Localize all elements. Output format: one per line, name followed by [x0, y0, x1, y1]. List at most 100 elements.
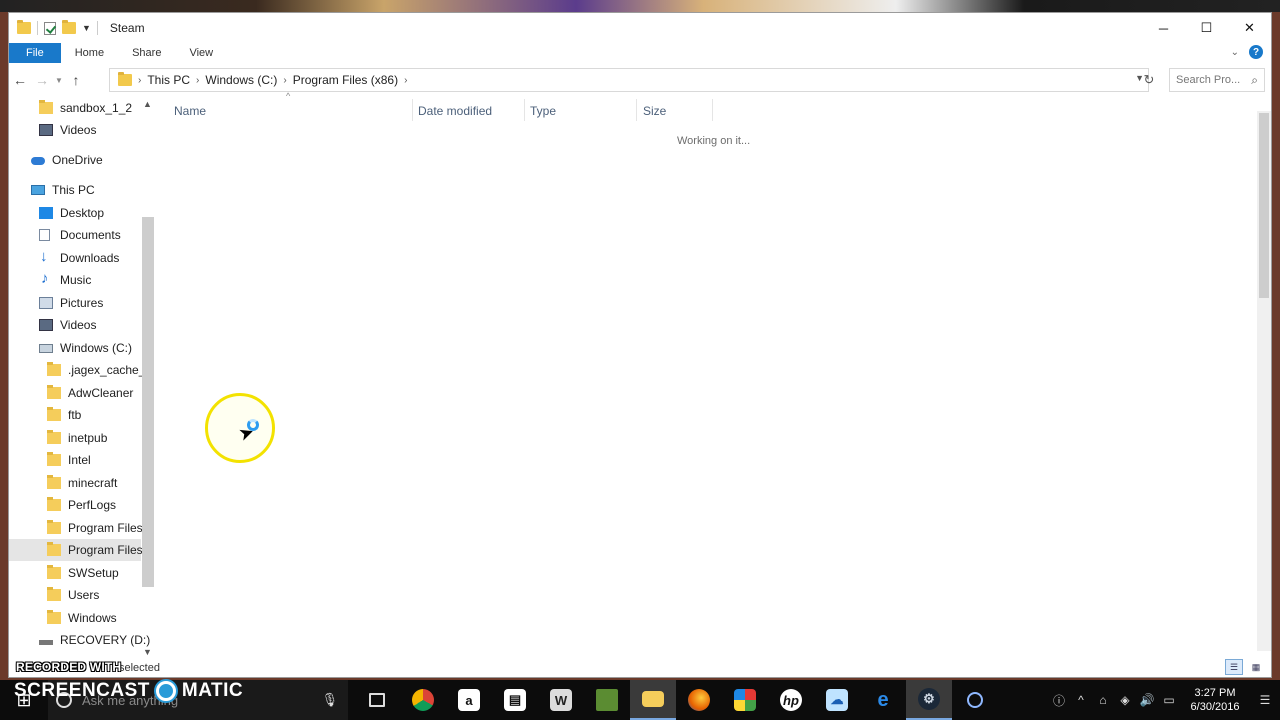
column-divider[interactable]: [712, 99, 713, 121]
nav-item-music[interactable]: Music: [39, 269, 91, 291]
chrome-icon[interactable]: [400, 680, 446, 720]
chevron-right-icon[interactable]: ›: [196, 75, 199, 86]
network-icon[interactable]: ⌂: [1092, 693, 1114, 707]
microphone-icon[interactable]: 🎙: [321, 692, 338, 708]
large-icons-view-icon[interactable]: ▦: [1247, 659, 1265, 675]
chevron-right-icon[interactable]: ›: [404, 75, 407, 86]
minimize-button[interactable]: ─: [1142, 13, 1185, 43]
column-divider[interactable]: [636, 99, 637, 121]
info-icon[interactable]: ⓘ: [1048, 692, 1070, 709]
nav-item-videos-2[interactable]: Videos: [39, 314, 96, 336]
nav-item-windows-c[interactable]: Windows (C:): [39, 337, 132, 359]
title-bar[interactable]: ▼ Steam ─ ☐ ✕: [9, 13, 1271, 43]
column-header-date-modified[interactable]: Date modified: [418, 101, 492, 121]
cortana-ring-icon[interactable]: [952, 680, 998, 720]
customize-dropdown-icon[interactable]: ▼: [82, 23, 91, 33]
onedrive-icon[interactable]: ☁: [814, 680, 860, 720]
folder-icon: [47, 385, 61, 399]
new-folder-icon[interactable]: [62, 20, 76, 34]
nav-item-pictures[interactable]: Pictures: [39, 292, 103, 314]
file-list[interactable]: ^ Name Date modified Type Size Working o…: [155, 91, 1255, 657]
nav-item-jagex-cache[interactable]: .jagex_cache_3: [47, 359, 152, 381]
edge-icon[interactable]: e: [860, 680, 906, 720]
properties-icon[interactable]: [44, 21, 56, 35]
refresh-button[interactable]: ↻: [1139, 70, 1159, 90]
paint-icon[interactable]: [722, 680, 768, 720]
clock[interactable]: 3:27 PM 6/30/2016: [1180, 686, 1250, 714]
recent-locations-dropdown[interactable]: ▼: [53, 76, 65, 85]
chevron-right-icon[interactable]: ›: [138, 75, 141, 86]
tab-file[interactable]: File: [9, 43, 61, 63]
amazon-icon[interactable]: a: [446, 680, 492, 720]
keyboard-icon[interactable]: ▭: [1158, 693, 1180, 707]
nav-item-program-files[interactable]: Program Files: [47, 517, 143, 539]
firefox-icon[interactable]: [676, 680, 722, 720]
store-icon[interactable]: ▤: [492, 680, 538, 720]
nav-item-adwcleaner[interactable]: AdwCleaner: [47, 382, 133, 404]
search-icon: ⌕: [1251, 73, 1258, 87]
desktop-icon: [39, 207, 53, 219]
scroll-up-icon[interactable]: ▲: [143, 99, 152, 109]
nav-item-users[interactable]: Users: [47, 584, 99, 606]
nav-item-intel[interactable]: Intel: [47, 449, 91, 471]
word-icon[interactable]: W: [538, 680, 584, 720]
nav-item-onedrive[interactable]: OneDrive: [31, 149, 103, 171]
back-button[interactable]: ←: [9, 69, 31, 91]
nav-item-perflogs[interactable]: PerfLogs: [47, 494, 116, 516]
column-header-name[interactable]: Name: [174, 101, 206, 121]
minecraft-icon[interactable]: [584, 680, 630, 720]
nav-item-desktop[interactable]: Desktop: [39, 202, 104, 224]
details-view-icon[interactable]: ☰: [1225, 659, 1243, 675]
column-header-type[interactable]: Type: [530, 101, 556, 121]
folder-icon: [47, 610, 61, 624]
volume-icon[interactable]: 🔊: [1136, 693, 1158, 707]
show-hidden-icons-chevron[interactable]: ^: [1070, 693, 1092, 707]
column-header-size[interactable]: Size: [643, 101, 666, 121]
steam-icon[interactable]: ⚙: [906, 680, 952, 720]
nav-item-label: Music: [60, 273, 92, 287]
search-input[interactable]: Search Pro... ⌕: [1169, 68, 1265, 92]
chevron-down-icon[interactable]: ⌄: [1231, 47, 1239, 58]
status-text: selected: [119, 662, 160, 674]
column-divider[interactable]: [412, 99, 413, 121]
breadcrumb-program-files-x86[interactable]: Program Files (x86): [293, 73, 398, 87]
breadcrumb-windows-c[interactable]: Windows (C:): [205, 73, 277, 87]
action-center-icon[interactable]: ☰: [1250, 693, 1280, 707]
task-view-icon[interactable]: [354, 680, 400, 720]
nav-item-videos[interactable]: Videos: [39, 119, 96, 141]
hp-icon[interactable]: hp: [768, 680, 814, 720]
security-icon[interactable]: ◈: [1114, 693, 1136, 707]
chevron-right-icon[interactable]: ›: [283, 75, 286, 86]
nav-item-documents[interactable]: Documents: [39, 224, 121, 246]
nav-item-inetpub[interactable]: inetpub: [47, 427, 107, 449]
tab-share[interactable]: Share: [118, 43, 175, 63]
nav-item-this-pc[interactable]: This PC: [31, 179, 95, 201]
help-icon[interactable]: ?: [1249, 45, 1263, 59]
scrollbar-thumb[interactable]: [1259, 113, 1269, 298]
file-list-scrollbar[interactable]: [1257, 111, 1271, 651]
pc-icon: [31, 185, 45, 195]
maximize-button[interactable]: ☐: [1185, 13, 1228, 43]
tab-home[interactable]: Home: [61, 43, 118, 63]
column-divider[interactable]: [524, 99, 525, 121]
nav-item-minecraft[interactable]: minecraft: [47, 472, 117, 494]
navigation-pane-scrollbar[interactable]: ▲ ▼: [141, 97, 155, 657]
forward-button[interactable]: →: [31, 69, 53, 91]
close-button[interactable]: ✕: [1228, 13, 1271, 43]
breadcrumb-this-pc[interactable]: This PC: [147, 73, 190, 87]
file-explorer-icon[interactable]: [630, 680, 676, 720]
nav-item-program-files-x86[interactable]: Program Files (: [9, 539, 150, 561]
address-bar[interactable]: › This PC › Windows (C:) › Program Files…: [109, 68, 1149, 92]
nav-item-swsetup[interactable]: SWSetup: [47, 562, 119, 584]
up-button[interactable]: ↑: [65, 69, 87, 91]
status-bar: selected ☰ ▦: [9, 657, 1271, 679]
nav-item-windows[interactable]: Windows: [47, 607, 117, 629]
nav-item-downloads[interactable]: Downloads: [39, 247, 119, 269]
scrollbar-thumb[interactable]: [142, 217, 154, 587]
nav-item-sandbox[interactable]: sandbox_1_2: [39, 97, 132, 119]
nav-item-ftb[interactable]: ftb: [47, 404, 81, 426]
tab-view[interactable]: View: [175, 43, 227, 63]
nav-item-recovery-d[interactable]: RECOVERY (D:): [39, 629, 150, 651]
scroll-down-icon[interactable]: ▼: [143, 647, 152, 657]
nav-item-label: Windows (C:): [60, 341, 133, 355]
